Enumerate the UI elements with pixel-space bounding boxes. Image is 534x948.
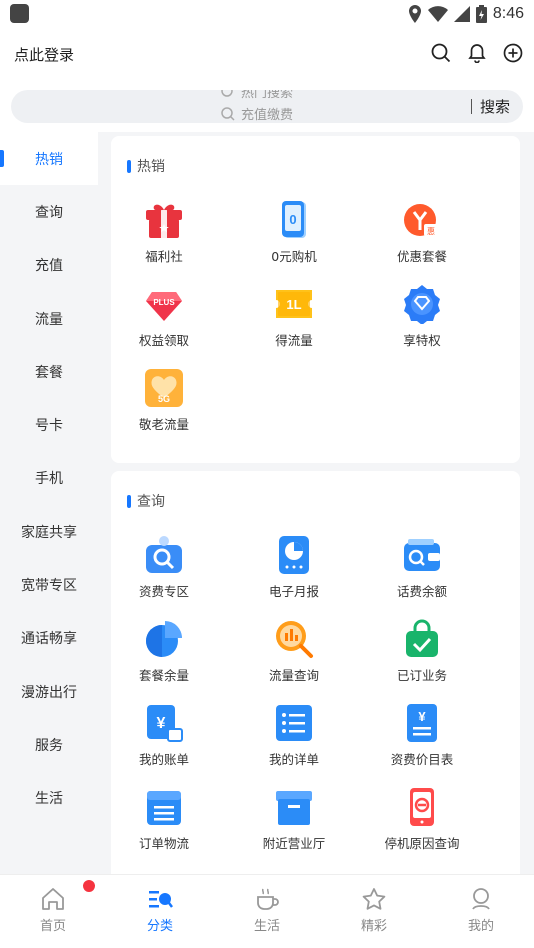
tab-category[interactable]: 分类 xyxy=(130,887,190,934)
subscribed-bag-icon xyxy=(402,619,442,659)
grid-item-tariff-zone[interactable]: 资费专区 xyxy=(99,535,229,600)
grid-item-discount-package[interactable]: 惠 优惠套餐 xyxy=(357,200,487,265)
grid-item-privilege[interactable]: 享特权 xyxy=(357,284,487,349)
location-icon xyxy=(408,5,421,23)
section-hot: 热销 福利社 0 0元购机 惠 优惠套餐 PLUS 权益领取 1L 得流量 享特… xyxy=(111,136,520,463)
grid-item-get-data[interactable]: 1L 得流量 xyxy=(229,284,359,349)
search-divider xyxy=(471,99,472,114)
add-circle-icon[interactable] xyxy=(502,42,524,64)
pie-chart-icon xyxy=(144,619,184,659)
category-icon xyxy=(149,891,173,908)
grid-item-suspend-reason[interactable]: 停机原因查询 xyxy=(357,787,487,852)
svg-text:惠: 惠 xyxy=(427,226,435,236)
search-input[interactable]: 热门搜索 充值缴费 搜索 xyxy=(11,90,523,123)
grid-item-zero-yuan-phone[interactable]: 0 0元购机 xyxy=(229,200,359,265)
grid-item-price-list[interactable]: ¥ 资费价目表 xyxy=(357,703,487,768)
bottom-tab-bar: 首页 分类 生活 精彩 我的 xyxy=(0,874,534,948)
profile-icon xyxy=(472,888,490,910)
monthly-report-icon xyxy=(274,535,314,575)
grid-item-data-query[interactable]: 流量查询 xyxy=(229,619,359,684)
privilege-badge-icon xyxy=(402,284,442,324)
clock-time: 8:46 xyxy=(492,5,524,22)
data-query-icon xyxy=(274,619,314,659)
tab-featured[interactable]: 精彩 xyxy=(344,887,404,934)
status-bar: 8:46 xyxy=(0,0,534,28)
grid-item-order-logistics[interactable]: 订单物流 xyxy=(99,787,229,852)
notification-app-icon xyxy=(10,4,29,23)
category-content: 热销 福利社 0 0元购机 惠 优惠套餐 PLUS 权益领取 1L 得流量 享特… xyxy=(98,132,534,874)
grid-item-call-balance[interactable]: 话费余额 xyxy=(357,535,487,600)
tariff-search-icon xyxy=(144,535,184,575)
elderly-5g-icon: 5G xyxy=(144,368,184,408)
tab-mine[interactable]: 我的 xyxy=(451,887,511,934)
nearby-hall-icon xyxy=(274,787,314,827)
sidebar-item-life[interactable]: 生活 xyxy=(0,772,98,825)
home-icon xyxy=(42,888,64,910)
svg-text:¥: ¥ xyxy=(418,709,426,724)
search-bar-area: 热门搜索 充值缴费 搜索 xyxy=(0,80,534,132)
sidebar-item-calls[interactable]: 通话畅享 xyxy=(0,612,98,665)
svg-text:PLUS: PLUS xyxy=(153,298,175,307)
sidebar-item-sim-card[interactable]: 号卡 xyxy=(0,398,98,451)
search-hint-previous: 热门搜索 xyxy=(221,90,293,101)
section-query: 查询 资费专区 电子月报 话费余额 套餐余量 流量查询 已订业务 ¥ 我的账单 … xyxy=(111,471,520,874)
section-title: 查询 xyxy=(127,491,165,511)
plus-diamond-icon: PLUS xyxy=(144,284,184,324)
grid-item-my-bill[interactable]: ¥ 我的账单 xyxy=(99,703,229,768)
notification-dot xyxy=(83,880,95,892)
suspend-reason-icon xyxy=(402,787,442,827)
svg-text:¥: ¥ xyxy=(157,715,166,732)
bill-icon: ¥ xyxy=(144,703,184,743)
gift-icon xyxy=(144,200,184,240)
grid-item-monthly-report[interactable]: 电子月报 xyxy=(229,535,359,600)
star-icon xyxy=(362,888,386,910)
battery-icon xyxy=(475,5,487,23)
grid-item-welfare[interactable]: 福利社 xyxy=(99,200,229,265)
grid-item-benefits[interactable]: PLUS 权益领取 xyxy=(99,284,229,349)
sidebar-item-data[interactable]: 流量 xyxy=(0,292,98,345)
login-link[interactable]: 点此登录 xyxy=(14,44,74,65)
detail-list-icon xyxy=(274,703,314,743)
balance-wallet-icon xyxy=(402,535,442,575)
svg-text:5G: 5G xyxy=(158,394,170,404)
sidebar-item-package[interactable]: 套餐 xyxy=(0,345,98,398)
top-header: 点此登录 xyxy=(0,28,534,80)
section-title: 热销 xyxy=(127,156,165,176)
sidebar-item-family-share[interactable]: 家庭共享 xyxy=(0,505,98,558)
sidebar-item-query[interactable]: 查询 xyxy=(0,185,98,238)
sidebar-item-broadband[interactable]: 宽带专区 xyxy=(0,558,98,611)
search-small-icon xyxy=(221,90,233,97)
search-button[interactable]: 搜索 xyxy=(480,96,510,117)
sidebar-item-recharge[interactable]: 充值 xyxy=(0,239,98,292)
svg-text:1L: 1L xyxy=(286,297,301,312)
cell-signal-icon xyxy=(453,6,470,22)
price-list-icon: ¥ xyxy=(402,703,442,743)
wifi-icon xyxy=(427,6,448,22)
search-hint-current: 充值缴费 xyxy=(221,104,293,123)
bell-icon[interactable] xyxy=(466,42,488,64)
svg-text:0: 0 xyxy=(289,212,296,227)
order-logistics-icon xyxy=(144,787,184,827)
tab-life[interactable]: 生活 xyxy=(237,887,297,934)
tab-home[interactable]: 首页 xyxy=(23,887,83,934)
grid-item-package-remaining[interactable]: 套餐余量 xyxy=(99,619,229,684)
status-indicators: 8:46 xyxy=(408,3,524,25)
search-icon[interactable] xyxy=(430,42,452,64)
discount-package-icon: 惠 xyxy=(402,200,442,240)
coffee-icon xyxy=(257,888,279,910)
category-sidebar: 热销 查询 充值 流量 套餐 号卡 手机 家庭共享 宽带专区 通话畅享 漫游出行… xyxy=(0,132,98,874)
sidebar-item-roaming[interactable]: 漫游出行 xyxy=(0,665,98,718)
data-ticket-icon: 1L xyxy=(274,284,314,324)
sidebar-item-hot[interactable]: 热销 xyxy=(0,132,98,186)
grid-item-elderly-data[interactable]: 5G 敬老流量 xyxy=(99,368,229,433)
grid-item-nearby-hall[interactable]: 附近营业厅 xyxy=(229,787,359,852)
sidebar-item-service[interactable]: 服务 xyxy=(0,718,98,771)
sidebar-item-phone[interactable]: 手机 xyxy=(0,452,98,505)
grid-item-my-detail[interactable]: 我的详单 xyxy=(229,703,359,768)
grid-item-subscribed-services[interactable]: 已订业务 xyxy=(357,619,487,684)
search-small-icon xyxy=(221,106,235,121)
phone-zero-icon: 0 xyxy=(274,200,314,240)
